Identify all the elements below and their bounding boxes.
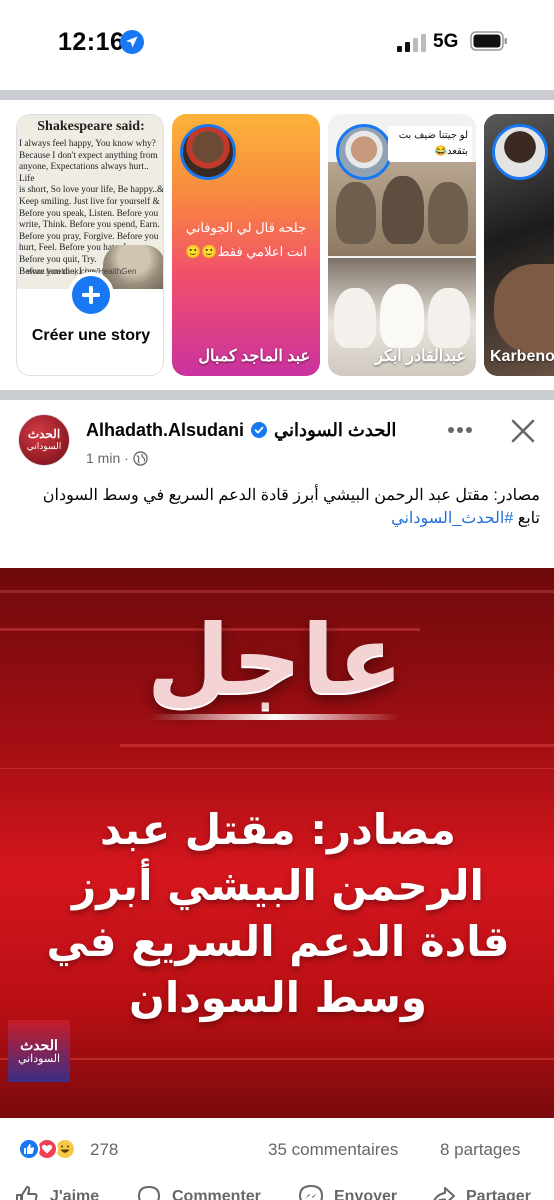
light-streak	[0, 1058, 554, 1060]
send-label: Envoyer	[334, 1188, 398, 1200]
avatar	[180, 124, 236, 180]
post-meta: 1 min ·	[86, 450, 148, 466]
logo-line-1: الحدث	[20, 1036, 58, 1053]
more-icon[interactable]	[446, 420, 474, 440]
image-headline: مصادر: مقتل عبد الرحمن البيشي أبرز قادة …	[46, 805, 510, 1022]
close-icon[interactable]	[510, 418, 536, 444]
network-type: 5G	[433, 31, 459, 52]
share-icon	[433, 1187, 455, 1200]
like-button[interactable]: J'aime	[14, 1182, 99, 1200]
comment-button[interactable]: Commenter	[136, 1182, 261, 1200]
page-avatar[interactable]: الحدث السوداني	[18, 414, 70, 466]
divider	[0, 90, 554, 100]
comment-icon	[138, 1186, 160, 1200]
story-author-name: عبدالقادر ابكر	[375, 348, 466, 365]
verified-icon	[251, 422, 268, 438]
story-text: جلحه قال لي الجوفاني انت اعلامي فقط🙂🙂	[185, 220, 307, 259]
divider	[0, 390, 554, 400]
post-text: مصادر: مقتل عبد الرحمن البيشي أبرز قادة …	[20, 484, 540, 530]
story-card[interactable]: جلحه قال لي الجوفاني انت اعلامي فقط🙂🙂 عب…	[172, 114, 320, 376]
post-image[interactable]: عاجل مصادر: مقتل عبد الرحمن البيشي أبرز …	[0, 568, 554, 1118]
light-streak	[0, 590, 554, 593]
story-author-name: عبد الماجد كمبال	[198, 348, 310, 365]
follow-prefix: تابع	[517, 510, 540, 527]
globe-icon	[133, 450, 148, 466]
create-story-label: Créer une story	[31, 327, 151, 344]
page-name-arabic: الحدث السوداني	[274, 420, 397, 440]
light-streak	[0, 768, 554, 769]
post-time[interactable]: 1 min ·	[86, 450, 129, 466]
like-reaction-icon	[18, 1138, 40, 1160]
story-text: لو جيتنا ضيف بت بتقعد😂	[388, 126, 472, 162]
battery-icon	[470, 31, 507, 51]
status-bar: 12:16 5G	[0, 0, 554, 90]
avatar	[336, 124, 392, 180]
share-button[interactable]: Partager	[430, 1182, 531, 1200]
post-follow-line: تابع #الحدث_السوداني	[20, 507, 540, 530]
stories-tray[interactable]: Shakespeare said: I always feel happy, Y…	[0, 100, 554, 390]
status-time: 12:16	[58, 28, 125, 56]
avatar-line-1: الحدث	[27, 427, 61, 441]
avatar	[492, 124, 548, 180]
post-actions: J'aime Commenter Envoyer Partager	[0, 1182, 554, 1200]
location-arrow-icon	[120, 30, 144, 54]
comment-label: Commenter	[172, 1188, 261, 1200]
channel-logo: الحدث السوداني	[8, 1020, 70, 1082]
comments-count[interactable]: 35 commentaires	[268, 1140, 398, 1160]
hashtag-link[interactable]: #الحدث_السوداني	[391, 510, 513, 527]
plus-icon	[82, 286, 100, 304]
reaction-count[interactable]: 278	[90, 1140, 118, 1160]
create-story-image: Shakespeare said: I always feel happy, Y…	[17, 115, 163, 289]
page-name-latin: Alhadath.Alsudani	[86, 420, 245, 440]
feed-post: الحدث السوداني Alhadath.Alsudani الحدث ا…	[0, 400, 554, 1200]
like-label: J'aime	[50, 1188, 100, 1200]
quote-title: Shakespeare said:	[37, 119, 145, 134]
logo-line-2: السوداني	[17, 1052, 61, 1065]
share-label: Partager	[466, 1188, 531, 1200]
story-card[interactable]: Karbeno	[484, 114, 554, 376]
reaction-icons[interactable]	[18, 1138, 90, 1162]
create-story-button[interactable]	[68, 272, 114, 318]
title-glow-bar	[150, 714, 400, 720]
shares-count[interactable]: 8 partages	[440, 1140, 520, 1160]
breaking-news-title: عاجل	[146, 604, 404, 716]
light-streak	[120, 744, 554, 747]
send-button[interactable]: Envoyer	[298, 1182, 397, 1200]
reactions-summary: 278 35 commentaires 8 partages	[0, 1130, 554, 1170]
story-author-name: Karbeno	[490, 348, 554, 365]
send-icon	[298, 1184, 324, 1200]
signal-icon	[397, 34, 426, 52]
story-card[interactable]: لو جيتنا ضيف بت بتقعد😂 عبدالقادر ابكر	[328, 114, 476, 376]
page-name[interactable]: Alhadath.Alsudani الحدث السوداني	[86, 420, 396, 441]
create-story-card[interactable]: Shakespeare said: I always feel happy, Y…	[16, 114, 164, 376]
post-text-body: مصادر: مقتل عبد الرحمن البيشي أبرز قادة …	[42, 487, 540, 504]
avatar-line-2: السوداني	[26, 441, 62, 451]
like-icon	[16, 1186, 38, 1200]
